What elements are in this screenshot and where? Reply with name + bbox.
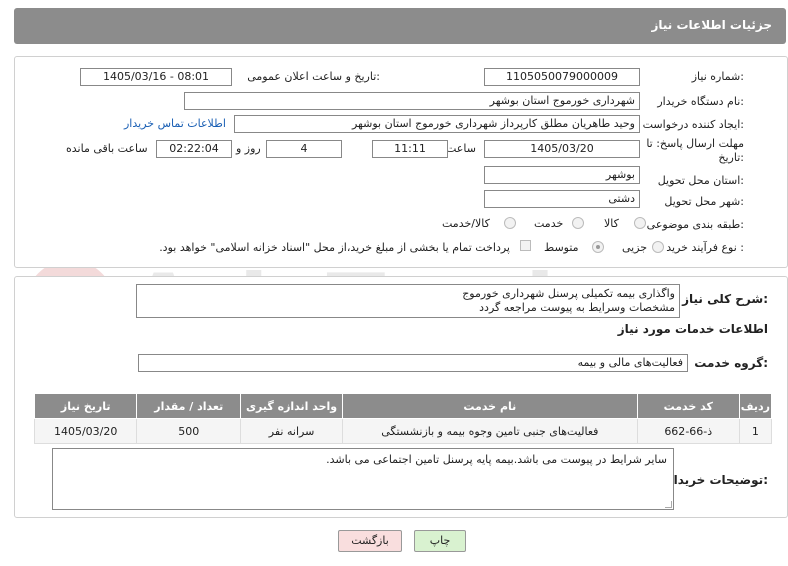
announce-datetime-field[interactable]: 1405/03/16 - 08:01 [80,68,232,86]
deadline-label-date: تاریخ: [718,151,744,164]
cell-row: 1 [738,418,773,444]
col-qty: تعداد / مقدار [136,393,242,419]
col-row: ردیف [738,393,773,419]
page-title: جزئیات اطلاعات نیاز [651,18,772,32]
table-header-row: ردیف کد خدمت نام خدمت واحد اندازه گیری ت… [33,393,773,419]
col-name: نام خدمت [341,393,638,419]
announce-label: تاریخ و ساعت اعلان عمومی: [247,70,380,83]
payment-note: پرداخت تمام یا بخشی از مبلغ خرید،از محل … [159,241,510,254]
process-option-minor: جزیی [622,241,648,254]
cell-unit: سرانه نفر [240,418,343,444]
creator-label: ایجاد کننده درخواست: [642,118,744,131]
service-group-label: گروه خدمت: [694,356,768,370]
deadline-date-field[interactable]: 1405/03/20 [484,140,640,158]
back-button[interactable]: بازگشت [338,530,402,552]
category-radio-goods[interactable] [634,217,646,229]
process-radio-minor[interactable] [652,241,664,253]
print-button[interactable]: چاپ [414,530,466,552]
need-number-field[interactable]: 1105050079000009 [484,68,640,86]
process-option-medium: متوسط [544,241,579,254]
col-code: کد خدمت [636,393,740,419]
remaining-time-field[interactable]: 02:22:04 [156,140,232,158]
deadline-time-field[interactable]: 11:11 [372,140,448,158]
service-group-field[interactable]: فعالیت‌های مالی و بیمه [138,354,688,372]
summary-label: شرح کلی نیاز: [682,292,768,306]
cell-name: فعالیت‌های جنبی تامین وجوه بیمه و بازنشس… [341,418,638,444]
remaining-days-field[interactable]: 4 [266,140,342,158]
category-label: طبقه بندی موضوعی: [646,218,744,231]
summary-line-2: مشخصات وسرایط به پیوست مراجعه گردد [479,301,675,314]
panel-header: جزئیات اطلاعات نیاز [14,8,786,44]
remaining-label: ساعت باقی مانده [66,142,148,155]
col-date: تاریخ نیاز [33,393,138,419]
province-field[interactable]: بوشهر [484,166,640,184]
category-option-goods-service: کالا/خدمت [442,217,490,230]
summary-box[interactable]: واگذاری بیمه تکمیلی پرسنل شهرداری خورموج… [136,284,680,318]
buyer-notes-text: سایر شرایط در پیوست می باشد.بیمه پایه پر… [326,453,667,466]
category-radio-goods-service[interactable] [504,217,516,229]
services-table: ردیف کد خدمت نام خدمت واحد اندازه گیری ت… [33,393,773,444]
summary-line-1: واگذاری بیمه تکمیلی پرسنل شهرداری خورموج [462,287,675,300]
category-option-goods: کالا [604,217,619,230]
cell-qty: 500 [136,418,242,444]
category-option-service: خدمت [534,217,564,230]
deadline-time-label: ساعت [446,142,476,155]
resize-handle-icon[interactable] [665,501,672,508]
buyer-notes-label: توضیحات خریدار: [666,473,768,487]
buyer-org-field[interactable]: شهرداری خورموج استان بوشهر [184,92,640,110]
process-label: نوع فرآیند خرید : [666,241,744,254]
cell-date: 1405/03/20 [33,418,138,444]
city-label: شهر محل تحویل: [664,195,744,208]
cell-code: ذ-66-662 [636,418,740,444]
category-radio-service[interactable] [572,217,584,229]
province-label: استان محل تحویل: [657,174,744,187]
days-label: روز و [236,142,261,155]
process-radio-medium[interactable] [592,241,604,253]
buyer-org-label: نام دستگاه خریدار: [657,95,744,108]
table-row[interactable]: 1 ذ-66-662 فعالیت‌های جنبی تامین وجوه بی… [33,418,773,444]
buyer-contact-link[interactable]: اطلاعات تماس خریدار [124,117,226,130]
need-info-panel [14,56,788,268]
deadline-label: مهلت ارسال پاسخ: تا [646,137,744,150]
col-unit: واحد اندازه گیری [240,393,343,419]
treasury-checkbox[interactable] [520,240,531,251]
creator-field[interactable]: وحید طاهریان مطلق کارپرداز شهرداری خورمو… [234,115,640,133]
services-section-title: اطلاعات خدمات مورد نیاز [617,322,768,336]
need-number-label: شماره نیاز: [691,70,744,83]
city-field[interactable]: دشتی [484,190,640,208]
buyer-notes-box[interactable]: سایر شرایط در پیوست می باشد.بیمه پایه پر… [52,448,674,510]
